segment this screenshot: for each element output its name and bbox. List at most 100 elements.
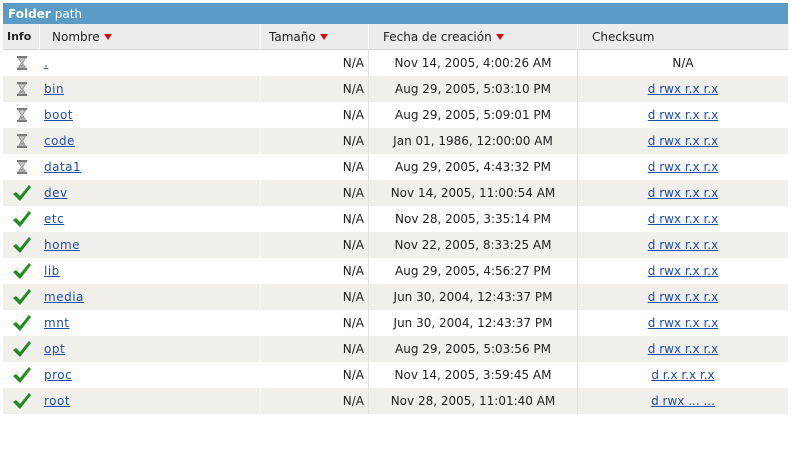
row-checksum-cell: d rwx r.x r.x — [578, 76, 788, 102]
checkmark-icon — [12, 236, 32, 254]
permissions-link[interactable]: d r.x r.x r.x — [651, 368, 714, 382]
row-date: Nov 28, 2005, 3:35:14 PM — [369, 206, 578, 232]
checkmark-icon — [12, 184, 32, 202]
sort-desc-icon[interactable] — [495, 33, 504, 40]
row-size: N/A — [261, 258, 369, 284]
table-row: . N/A Nov 14, 2005, 4:00:26 AM N/A — [3, 50, 788, 76]
row-status — [3, 336, 40, 362]
table-row: opt N/A Aug 29, 2005, 5:03:56 PM d rwx r.x … — [3, 336, 788, 362]
folder-link[interactable]: etc — [44, 212, 64, 226]
permissions-link[interactable]: d rwx r.x r.x — [648, 212, 718, 226]
table-row: proc N/A Nov 14, 2005, 3:59:45 AM d r.x r.x… — [3, 362, 788, 388]
row-size: N/A — [261, 310, 369, 336]
column-header-checksum: Checksum — [578, 24, 788, 49]
folder-link[interactable]: root — [44, 394, 70, 408]
permissions-link[interactable]: d rwx r.x r.x — [648, 342, 718, 356]
column-header-date[interactable]: Fecha de creación — [369, 24, 578, 49]
row-checksum-cell: d rwx r.x r.x — [578, 180, 788, 206]
row-date: Nov 22, 2005, 8:33:25 AM — [369, 232, 578, 258]
permissions-link[interactable]: d rwx r.x r.x — [648, 264, 718, 278]
sort-desc-icon[interactable] — [319, 33, 328, 40]
folder-link[interactable]: lib — [44, 264, 60, 278]
table-row: root N/A Nov 28, 2005, 11:01:40 AM d rwx ..… — [3, 388, 788, 414]
checkmark-icon — [12, 366, 32, 384]
row-size: N/A — [261, 50, 369, 76]
table-row: mnt N/A Jun 30, 2004, 12:43:37 PM d rwx r.x… — [3, 310, 788, 336]
row-name-cell: mnt — [40, 310, 261, 336]
permissions-link[interactable]: d rwx r.x r.x — [648, 186, 718, 200]
row-name-cell: code — [40, 128, 261, 154]
folder-link[interactable]: bin — [44, 82, 64, 96]
table-body: . N/A Nov 14, 2005, 4:00:26 AM N/A bin N/A Aug… — [3, 50, 788, 414]
permissions-link[interactable]: d rwx r.x r.x — [648, 160, 718, 174]
column-date-label[interactable]: Fecha de creación — [383, 30, 492, 44]
row-date: Jan 01, 1986, 12:00:00 AM — [369, 128, 578, 154]
column-header-name[interactable]: Nombre — [40, 24, 261, 49]
folder-link[interactable]: data1 — [44, 160, 81, 174]
permissions-link[interactable]: d rwx ... ... — [651, 394, 715, 408]
row-status — [3, 362, 40, 388]
folder-link[interactable]: opt — [44, 342, 65, 356]
row-status — [3, 128, 40, 154]
row-status — [3, 102, 40, 128]
row-status — [3, 388, 40, 414]
row-date: Aug 29, 2005, 4:56:27 PM — [369, 258, 578, 284]
column-header-size[interactable]: Tamaño — [261, 24, 369, 49]
row-date: Nov 14, 2005, 11:00:54 AM — [369, 180, 578, 206]
panel-title: Folder — [8, 6, 51, 21]
row-size: N/A — [261, 206, 369, 232]
folder-link[interactable]: code — [44, 134, 75, 148]
row-name-cell: media — [40, 284, 261, 310]
checkmark-icon — [12, 340, 32, 358]
hourglass-icon — [16, 82, 27, 96]
permissions-link[interactable]: d rwx r.x r.x — [648, 290, 718, 304]
table-row: media N/A Jun 30, 2004, 12:43:37 PM d rwx r… — [3, 284, 788, 310]
row-name-cell: home — [40, 232, 261, 258]
row-size: N/A — [261, 362, 369, 388]
row-size: N/A — [261, 102, 369, 128]
hourglass-icon — [16, 160, 27, 174]
permissions-link[interactable]: d rwx r.x r.x — [648, 108, 718, 122]
column-header-info: Info — [3, 24, 40, 49]
row-checksum-cell: d rwx r.x r.x — [578, 102, 788, 128]
column-name-label[interactable]: Nombre — [52, 30, 100, 44]
folder-link[interactable]: home — [44, 238, 80, 252]
checkmark-icon — [12, 314, 32, 332]
row-name-cell: proc — [40, 362, 261, 388]
checkmark-icon — [12, 288, 32, 306]
row-date: Aug 29, 2005, 5:03:56 PM — [369, 336, 578, 362]
row-name-cell: boot — [40, 102, 261, 128]
row-status — [3, 206, 40, 232]
row-status — [3, 232, 40, 258]
row-size: N/A — [261, 336, 369, 362]
row-checksum-cell: d rwx r.x r.x — [578, 206, 788, 232]
row-checksum-cell: d rwx r.x r.x — [578, 154, 788, 180]
checkmark-icon — [12, 392, 32, 410]
column-checksum-label: Checksum — [592, 29, 655, 44]
panel-path: path — [54, 6, 82, 21]
row-checksum-cell: d rwx r.x r.x — [578, 284, 788, 310]
row-date: Aug 29, 2005, 5:03:10 PM — [369, 76, 578, 102]
folder-link[interactable]: proc — [44, 368, 72, 382]
column-size-label[interactable]: Tamaño — [269, 30, 316, 44]
permissions-link[interactable]: d rwx r.x r.x — [648, 238, 718, 252]
folder-link[interactable]: . — [44, 56, 48, 70]
hourglass-icon — [16, 108, 27, 122]
folder-link[interactable]: media — [44, 290, 84, 304]
table-row: etc N/A Nov 28, 2005, 3:35:14 PM d rwx r.x … — [3, 206, 788, 232]
table-row: data1 N/A Aug 29, 2005, 4:43:32 PM d rwx r.… — [3, 154, 788, 180]
row-checksum-cell: d rwx ... ... — [578, 388, 788, 414]
row-checksum-cell: d r.x r.x r.x — [578, 362, 788, 388]
row-date: Aug 29, 2005, 4:43:32 PM — [369, 154, 578, 180]
sort-desc-icon[interactable] — [103, 33, 112, 40]
permissions-link[interactable]: d rwx r.x r.x — [648, 134, 718, 148]
row-date: Jun 30, 2004, 12:43:37 PM — [369, 284, 578, 310]
row-status — [3, 258, 40, 284]
permissions-link[interactable]: d rwx r.x r.x — [648, 316, 718, 330]
row-name-cell: etc — [40, 206, 261, 232]
row-status — [3, 180, 40, 206]
permissions-link[interactable]: d rwx r.x r.x — [648, 82, 718, 96]
folder-link[interactable]: mnt — [44, 316, 70, 330]
folder-link[interactable]: dev — [44, 186, 68, 200]
folder-link[interactable]: boot — [44, 108, 73, 122]
